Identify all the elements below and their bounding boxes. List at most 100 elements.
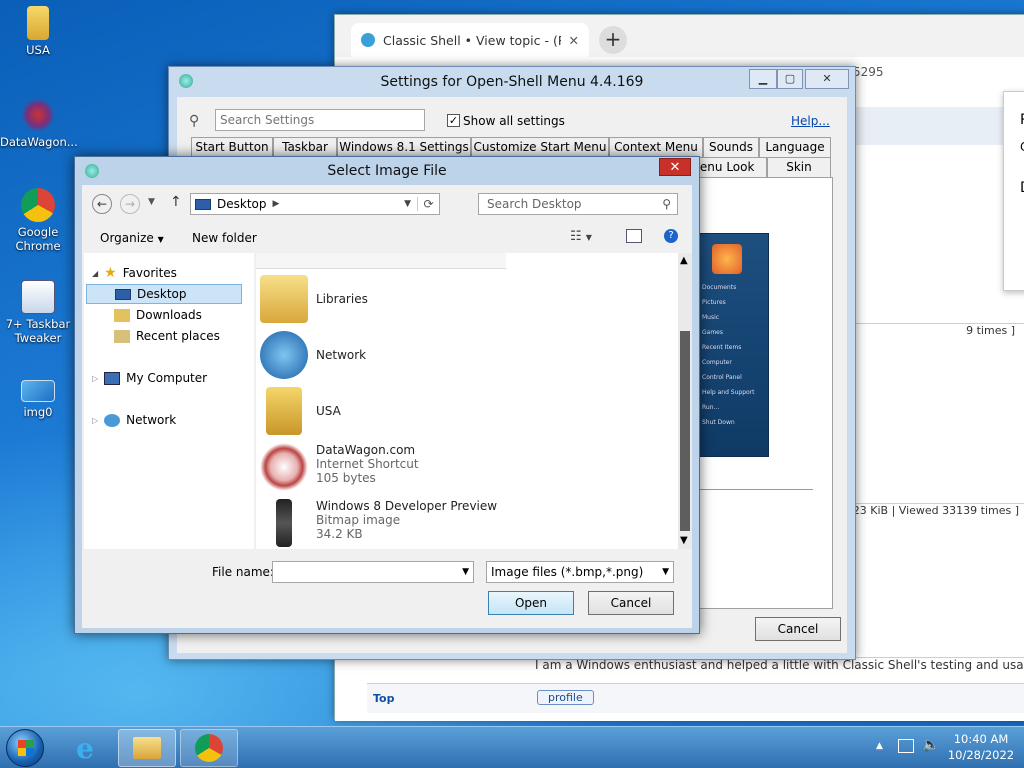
tab-language[interactable]: Language: [759, 137, 831, 158]
dropdown-popup: R C D: [1003, 91, 1024, 291]
close-button[interactable]: ✕: [805, 69, 849, 89]
scroll-down-icon[interactable]: ▼: [680, 535, 688, 546]
chevron-down-icon[interactable]: ▼: [662, 562, 669, 582]
file-item-usa[interactable]: USA: [260, 387, 341, 435]
up-arrow-icon[interactable]: ↑: [170, 194, 182, 210]
chevron-down-icon[interactable]: ▼: [148, 197, 155, 207]
desktop-icon-img0[interactable]: img0: [0, 380, 76, 419]
computer-icon: [104, 371, 121, 385]
back-arrow-icon[interactable]: ←: [92, 194, 112, 214]
refresh-icon[interactable]: ⟳: [417, 197, 439, 211]
popup-letter: C: [1020, 140, 1024, 154]
help-icon[interactable]: ?: [664, 229, 678, 243]
desktop-icon-chrome[interactable]: Google Chrome: [0, 188, 76, 253]
view-count: 9 times ]: [966, 324, 1015, 337]
view-options-icon[interactable]: ☷ ▼: [570, 229, 592, 244]
signature-row: I am a Windows enthusiast and helped a l…: [367, 657, 1024, 677]
desktop-icon-label: Google Chrome: [15, 225, 61, 253]
file-list-scrollbar[interactable]: ▲ ▼: [678, 253, 692, 549]
maximize-button[interactable]: ▢: [777, 69, 803, 89]
chrome-icon: [21, 188, 55, 222]
filetype-select[interactable]: Image files (*.bmp,*.png) ▼: [486, 561, 674, 583]
tab-customize-start[interactable]: Customize Start Menu: [471, 137, 609, 158]
network-icon: [104, 413, 121, 427]
new-folder-button[interactable]: New folder: [192, 231, 257, 245]
search-icon: ⚲: [189, 113, 200, 129]
show-hidden-icons-icon[interactable]: ▲: [876, 741, 883, 751]
tab-taskbar[interactable]: Taskbar: [273, 137, 337, 158]
clock[interactable]: 10:40 AM 10/28/2022: [944, 731, 1018, 763]
search-icon: ⚲: [662, 197, 671, 211]
tab-windows81[interactable]: Windows 8.1 Settings: [337, 137, 471, 158]
taskbar-ie-button[interactable]: e: [56, 729, 114, 767]
preview-pane-icon[interactable]: [626, 229, 642, 243]
chevron-down-icon[interactable]: ▼: [404, 199, 411, 209]
tab-start-button[interactable]: Start Button: [191, 137, 273, 158]
chrome-icon: [195, 734, 223, 762]
file-name: Libraries: [316, 292, 368, 306]
nav-item-recent[interactable]: Recent places: [114, 326, 220, 346]
browser-tab[interactable]: Classic Shell • View topic - (Requ ✕: [351, 23, 589, 57]
tab-context-menu[interactable]: Context Menu: [609, 137, 703, 158]
clock-time: 10:40 AM: [953, 732, 1009, 746]
preview-item: Music: [702, 314, 720, 321]
filename-input[interactable]: ▼: [272, 561, 474, 583]
explorer-folder-icon: [133, 737, 161, 759]
start-menu-preview: Documents Pictures Music Games Recent It…: [697, 233, 769, 457]
nav-item-favorites[interactable]: ◢ ★ Favorites: [92, 263, 177, 283]
chevron-down-icon[interactable]: ▼: [462, 562, 469, 582]
dialog-close-button[interactable]: ✕: [659, 158, 691, 176]
desktop-icon-datawagon[interactable]: DataWagon...: [0, 98, 78, 149]
file-item-libraries[interactable]: Libraries: [260, 275, 368, 323]
chevron-right-icon: ▶: [272, 199, 280, 209]
start-button[interactable]: [6, 729, 44, 767]
downloads-folder-icon: [114, 308, 130, 322]
file-item-datawagon[interactable]: DataWagon.com Internet Shortcut 105 byte…: [260, 443, 419, 491]
desktop-icon-taskbar-tweaker[interactable]: 7+ Taskbar Tweaker: [0, 280, 76, 345]
image-icon: [21, 380, 55, 402]
top-link[interactable]: Top: [373, 692, 394, 705]
nav-item-downloads[interactable]: Downloads: [114, 305, 202, 325]
organize-button[interactable]: Organize ▼: [100, 231, 164, 245]
nav-item-network[interactable]: ▷ Network: [92, 410, 176, 430]
libraries-icon: [260, 275, 308, 323]
file-item-win8-preview[interactable]: Windows 8 Developer Preview Bitmap image…: [260, 499, 497, 547]
network-tray-icon[interactable]: [898, 739, 914, 753]
search-placeholder: Search Desktop: [487, 197, 582, 211]
preview-item: Recent Items: [702, 344, 742, 351]
nav-item-desktop[interactable]: Desktop: [86, 284, 242, 304]
popup-letter: R: [1020, 112, 1024, 128]
tab-skin[interactable]: Skin: [767, 157, 831, 178]
forward-arrow-icon[interactable]: →: [120, 194, 140, 214]
filetype-value: Image files (*.bmp,*.png): [491, 565, 644, 579]
file-item-network[interactable]: Network: [260, 331, 366, 379]
file-name: DataWagon.com: [316, 443, 416, 457]
open-button[interactable]: Open: [488, 591, 574, 615]
close-icon[interactable]: ✕: [569, 33, 579, 48]
internet-explorer-icon: e: [76, 731, 94, 765]
scroll-up-icon[interactable]: ▲: [680, 255, 688, 266]
desktop-icon-usa[interactable]: USA: [0, 6, 76, 57]
nav-item-computer[interactable]: ▷ My Computer: [92, 368, 207, 388]
preview-item: Pictures: [702, 299, 726, 306]
show-all-checkbox[interactable]: ✓: [447, 114, 460, 127]
file-list: Libraries Network USA DataWagon.com Inte…: [256, 253, 678, 549]
volume-icon[interactable]: 🔈: [922, 737, 939, 753]
minimize-button[interactable]: ▁: [749, 69, 777, 89]
taskbar-explorer-button[interactable]: [118, 729, 176, 767]
taskbar-chrome-button[interactable]: [180, 729, 238, 767]
dialog-search-input[interactable]: Search Desktop ⚲: [478, 193, 678, 215]
help-link[interactable]: Help...: [791, 114, 830, 128]
profile-button[interactable]: profile: [537, 690, 594, 705]
tab-sounds[interactable]: Sounds: [703, 137, 759, 158]
scrollbar-thumb[interactable]: [680, 331, 690, 531]
new-tab-button[interactable]: +: [599, 26, 627, 54]
cancel-button[interactable]: Cancel: [588, 591, 674, 615]
settings-search-input[interactable]: [215, 109, 425, 131]
settings-cancel-button[interactable]: Cancel: [755, 617, 841, 641]
address-bar[interactable]: Desktop ▶ ▼ ⟳: [190, 193, 440, 215]
globe-icon: [361, 33, 375, 47]
preview-item: Help and Support: [702, 389, 755, 396]
file-type: Internet Shortcut: [316, 457, 419, 471]
nav-label: Network: [126, 413, 177, 427]
